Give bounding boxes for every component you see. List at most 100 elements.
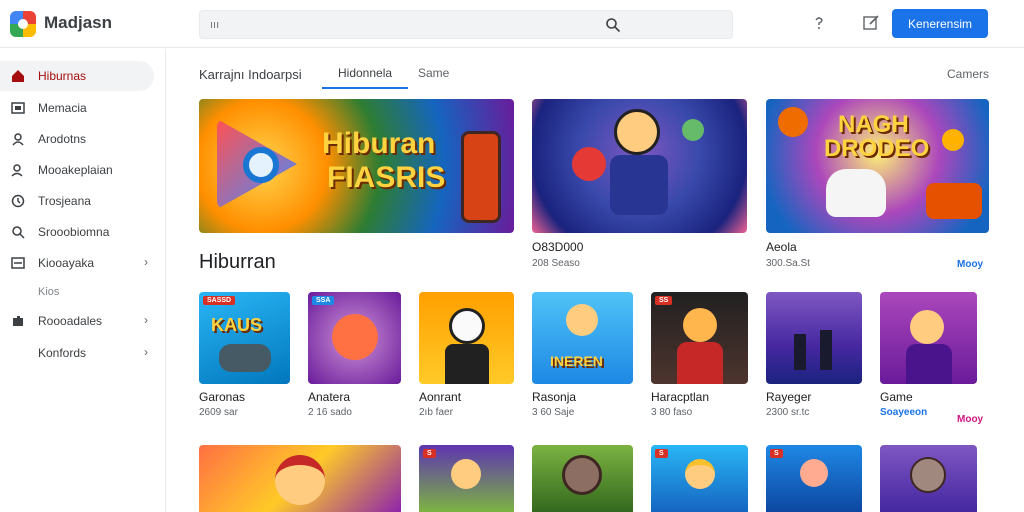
card-title[interactable]: Rayeger [766,390,811,404]
card-subtext: 3 60 Saje [532,407,575,418]
card-title[interactable]: Anatera [308,390,350,404]
media-icon [11,102,25,114]
sidebar-item-label: Srooobiomna [38,225,110,239]
character-body-art [445,344,489,384]
sidebar-item-home[interactable]: Hiburnas [0,61,154,91]
chevron-right-icon[interactable]: › [144,255,148,269]
card-subtext: 2ıb faer [419,407,453,418]
game-card[interactable]: SSA [308,292,401,384]
game-card[interactable] [880,292,977,384]
sidebar-item-games[interactable]: Arodotns [0,124,154,154]
silhouette-art [820,330,832,370]
game-card[interactable]: S [766,445,862,512]
tab-camers[interactable]: Camers [947,67,989,81]
edit-icon[interactable] [862,14,880,32]
puzzle-icon [13,316,23,326]
more-link[interactable]: Mooy [957,259,983,270]
help-icon[interactable] [811,15,827,31]
section-title: Hiburran [199,251,276,273]
banner-headline: FIASRIS [327,161,446,194]
tab-same[interactable]: Same [418,66,449,80]
cta-button[interactable]: Kenerensim [892,9,988,38]
character-art [332,314,378,360]
badge: S [770,449,783,458]
search-bar[interactable] [199,10,733,39]
character-art [683,308,717,342]
character-body-art [610,155,668,215]
gamepad-art [219,344,271,372]
banner-subtext: 300.Sa.St [766,258,810,269]
gamepad-art [461,131,501,223]
gamepad-icon [12,133,24,146]
clock-icon [11,194,25,208]
game-card[interactable]: INEREN [532,292,633,384]
character-body-art [906,344,952,384]
card-subtext: 3 80 faso [651,407,693,418]
sidebar-subitem[interactable]: Kios [38,286,59,298]
game-card[interactable] [532,445,633,512]
character-art [910,310,944,344]
home-icon [12,70,24,82]
sidebar-item-label: Mooakeplaian [38,163,113,177]
game-card[interactable]: SASSD KAUS [199,292,290,384]
ball-art [572,147,606,181]
search-icon[interactable] [605,17,621,33]
badge: S [655,449,668,458]
sidebar-item-label: Memacia [38,101,87,115]
banner-card[interactable]: NAGH DRODEO [766,99,989,233]
gamepad-art [926,183,982,219]
more-link[interactable]: Mooy [957,414,983,425]
card-title[interactable]: Rasonja [532,390,576,404]
chevron-right-icon[interactable]: › [144,313,148,327]
game-card[interactable] [880,445,977,512]
card-subtext: 2 16 sado [308,407,352,418]
tab-hidonnela[interactable]: Hidonnela [338,66,392,80]
character-art [614,109,660,155]
sidebar-item-library[interactable]: Kiooayaka › [0,248,154,278]
banner-card[interactable] [532,99,747,233]
sidebar-item-media[interactable]: Memacia [0,93,154,123]
character-body-art [677,342,723,384]
game-card[interactable] [419,292,514,384]
ball-art [682,119,704,141]
app-logo[interactable] [10,11,36,37]
character-art [451,459,481,489]
game-card[interactable]: S [419,445,514,512]
card-title[interactable]: Aonrant [419,390,461,404]
card-art-text: INEREN [550,353,603,369]
sidebar-item-marketplace[interactable]: Mooakeplaian [0,155,154,185]
sidebar-item-konfords[interactable]: Konfords › [0,338,154,368]
banner-caption[interactable]: Aeola [766,240,797,254]
tabs-title: Karrajnı Indoarpsi [199,67,302,82]
game-card[interactable]: SS [651,292,748,384]
card-title[interactable]: Garonas [199,390,245,404]
character-art [566,304,598,336]
app-brand: Madjasn [44,13,113,32]
ball-art [778,107,808,137]
banner-card[interactable]: Hiburan FIASRIS [199,99,514,233]
card-title[interactable]: Game [880,390,913,404]
game-card[interactable] [766,292,862,384]
banner-caption[interactable]: O83D000 [532,240,583,254]
tab-active-indicator [322,87,408,89]
card-title[interactable]: Haracptlan [651,390,709,404]
game-card[interactable] [199,445,401,512]
character-art [910,457,946,493]
card-art-text: KAUS [211,315,263,335]
sidebar-item-label: Arodotns [38,132,87,146]
sidebar-item-puzzles[interactable]: Roooadales › [0,306,154,336]
sidebar-item-label: Konfords [38,346,87,360]
character-art [800,459,828,487]
character-art [275,455,325,505]
creature-art [826,169,886,217]
game-card[interactable]: S [651,445,748,512]
badge: SASSD [203,296,236,305]
sidebar-item-search[interactable]: Srooobiomna [0,217,154,247]
sidebar-item-label: Roooadales [38,314,103,328]
play-logo-dot [243,147,279,183]
search-input[interactable] [210,17,590,33]
chevron-right-icon[interactable]: › [144,345,148,359]
banner-headline: DRODEO [824,135,930,162]
sidebar-item-history[interactable]: Trosjeana [0,186,154,216]
character-art [449,308,485,344]
